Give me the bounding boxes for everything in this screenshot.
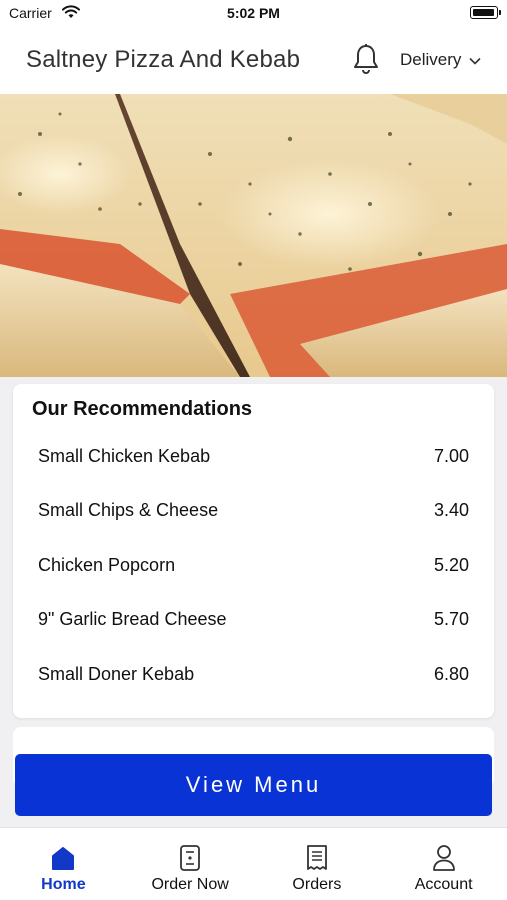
recommendations-list: Small Chicken Kebab 7.00 Small Chips & C… <box>13 429 494 702</box>
list-item[interactable]: Small Chicken Kebab 7.00 <box>13 429 494 484</box>
tab-label: Orders <box>292 876 342 893</box>
tab-label: Order Now <box>151 876 229 893</box>
page-title: Saltney Pizza And Kebab <box>26 46 301 73</box>
user-icon <box>430 843 458 873</box>
item-name: Chicken Popcorn <box>38 554 176 575</box>
receipt-icon <box>303 843 331 873</box>
item-price: 5.70 <box>433 609 469 630</box>
item-price: 5.20 <box>433 554 469 575</box>
item-price: 6.80 <box>433 663 469 684</box>
tab-label: Account <box>414 876 473 893</box>
recommendations-title: Our Recommendations <box>32 398 253 420</box>
tab-order-now[interactable]: Order Now <box>127 828 254 900</box>
bell-icon[interactable] <box>352 43 380 75</box>
chevron-down-icon <box>469 50 481 70</box>
home-icon <box>49 843 77 873</box>
item-name: 9" Garlic Bread Cheese <box>38 609 227 630</box>
view-menu-button[interactable]: View Menu <box>15 754 492 816</box>
item-price: 3.40 <box>433 500 469 521</box>
item-price: 7.00 <box>433 445 469 466</box>
item-name: Small Chips & Cheese <box>38 500 219 521</box>
tab-home[interactable]: Home <box>0 828 127 900</box>
menu-card-icon <box>176 843 204 873</box>
list-item[interactable]: 9" Garlic Bread Cheese 5.70 <box>13 593 494 648</box>
list-item[interactable]: Small Chips & Cheese 3.40 <box>13 484 494 539</box>
delivery-mode-dropdown[interactable]: Delivery <box>400 50 481 70</box>
clock: 5:02 PM <box>227 5 280 21</box>
tab-account[interactable]: Account <box>380 828 507 900</box>
app-header: Saltney Pizza And Kebab Delivery <box>0 26 507 94</box>
item-name: Small Chicken Kebab <box>38 445 211 466</box>
tab-label: Home <box>41 876 86 893</box>
recommendations-card: Our Recommendations Small Chicken Kebab … <box>13 384 494 718</box>
list-item[interactable]: Chicken Popcorn 5.20 <box>13 538 494 593</box>
item-name: Small Doner Kebab <box>38 663 195 684</box>
list-item[interactable]: Small Doner Kebab 6.80 <box>13 647 494 702</box>
battery-icon <box>470 6 501 19</box>
status-bar: Carrier 5:02 PM <box>0 0 507 26</box>
delivery-mode-label: Delivery <box>400 50 462 69</box>
hero-image <box>0 94 507 377</box>
tab-orders[interactable]: Orders <box>254 828 381 900</box>
bottom-tab-bar: Home Order Now Orders Account <box>0 827 507 900</box>
